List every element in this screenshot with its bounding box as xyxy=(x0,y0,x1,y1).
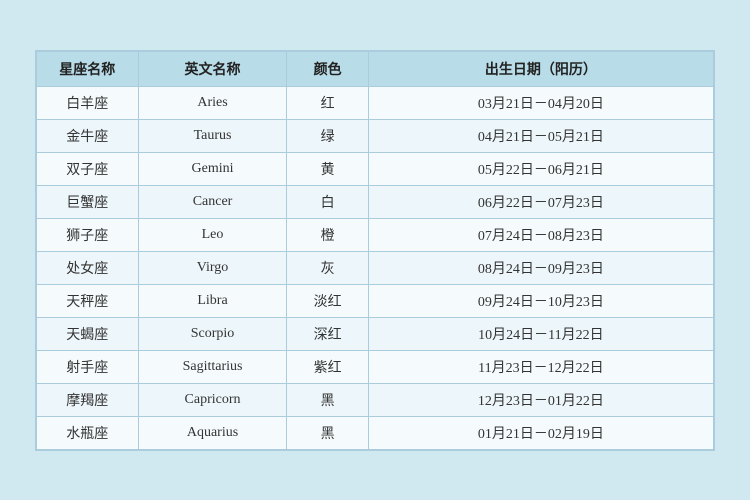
cell-date: 01月21日－02月19日 xyxy=(368,416,713,449)
table-row: 水瓶座Aquarius黑01月21日－02月19日 xyxy=(37,416,714,449)
cell-english: Taurus xyxy=(138,119,287,152)
cell-color: 橙 xyxy=(287,218,368,251)
header-english: 英文名称 xyxy=(138,51,287,86)
cell-chinese: 摩羯座 xyxy=(37,383,139,416)
cell-color: 淡红 xyxy=(287,284,368,317)
cell-date: 06月22日－07月23日 xyxy=(368,185,713,218)
cell-date: 11月23日－12月22日 xyxy=(368,350,713,383)
cell-english: Virgo xyxy=(138,251,287,284)
cell-date: 07月24日－08月23日 xyxy=(368,218,713,251)
cell-color: 紫红 xyxy=(287,350,368,383)
cell-date: 05月22日－06月21日 xyxy=(368,152,713,185)
header-date: 出生日期（阳历） xyxy=(368,51,713,86)
cell-english: Scorpio xyxy=(138,317,287,350)
cell-chinese: 射手座 xyxy=(37,350,139,383)
zodiac-table: 星座名称 英文名称 颜色 出生日期（阳历） 白羊座Aries红03月21日－04… xyxy=(36,51,714,450)
cell-english: Aries xyxy=(138,86,287,119)
cell-chinese: 天蝎座 xyxy=(37,317,139,350)
table-row: 处女座Virgo灰08月24日－09月23日 xyxy=(37,251,714,284)
cell-date: 10月24日－11月22日 xyxy=(368,317,713,350)
table-row: 双子座Gemini黄05月22日－06月21日 xyxy=(37,152,714,185)
cell-color: 黑 xyxy=(287,383,368,416)
table-row: 摩羯座Capricorn黑12月23日－01月22日 xyxy=(37,383,714,416)
cell-color: 灰 xyxy=(287,251,368,284)
cell-chinese: 金牛座 xyxy=(37,119,139,152)
cell-english: Leo xyxy=(138,218,287,251)
cell-color: 深红 xyxy=(287,317,368,350)
table-row: 天秤座Libra淡红09月24日－10月23日 xyxy=(37,284,714,317)
table-header-row: 星座名称 英文名称 颜色 出生日期（阳历） xyxy=(37,51,714,86)
cell-date: 03月21日－04月20日 xyxy=(368,86,713,119)
zodiac-table-container: 星座名称 英文名称 颜色 出生日期（阳历） 白羊座Aries红03月21日－04… xyxy=(35,50,715,451)
cell-color: 黄 xyxy=(287,152,368,185)
cell-date: 09月24日－10月23日 xyxy=(368,284,713,317)
cell-english: Libra xyxy=(138,284,287,317)
cell-color: 黑 xyxy=(287,416,368,449)
table-row: 白羊座Aries红03月21日－04月20日 xyxy=(37,86,714,119)
cell-english: Aquarius xyxy=(138,416,287,449)
header-color: 颜色 xyxy=(287,51,368,86)
cell-date: 08月24日－09月23日 xyxy=(368,251,713,284)
cell-chinese: 水瓶座 xyxy=(37,416,139,449)
cell-chinese: 处女座 xyxy=(37,251,139,284)
cell-date: 12月23日－01月22日 xyxy=(368,383,713,416)
cell-english: Capricorn xyxy=(138,383,287,416)
table-row: 天蝎座Scorpio深红10月24日－11月22日 xyxy=(37,317,714,350)
cell-chinese: 天秤座 xyxy=(37,284,139,317)
cell-english: Sagittarius xyxy=(138,350,287,383)
cell-english: Cancer xyxy=(138,185,287,218)
table-row: 狮子座Leo橙07月24日－08月23日 xyxy=(37,218,714,251)
cell-color: 红 xyxy=(287,86,368,119)
cell-color: 绿 xyxy=(287,119,368,152)
table-row: 金牛座Taurus绿04月21日－05月21日 xyxy=(37,119,714,152)
cell-color: 白 xyxy=(287,185,368,218)
cell-date: 04月21日－05月21日 xyxy=(368,119,713,152)
cell-chinese: 双子座 xyxy=(37,152,139,185)
cell-chinese: 巨蟹座 xyxy=(37,185,139,218)
cell-chinese: 狮子座 xyxy=(37,218,139,251)
cell-chinese: 白羊座 xyxy=(37,86,139,119)
header-chinese: 星座名称 xyxy=(37,51,139,86)
table-row: 射手座Sagittarius紫红11月23日－12月22日 xyxy=(37,350,714,383)
cell-english: Gemini xyxy=(138,152,287,185)
table-row: 巨蟹座Cancer白06月22日－07月23日 xyxy=(37,185,714,218)
